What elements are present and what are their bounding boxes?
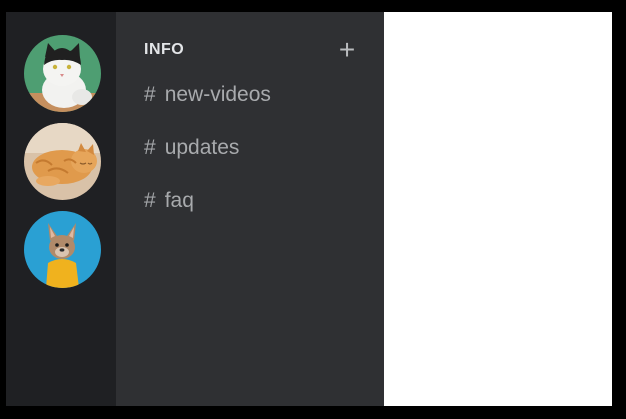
- orange-cat-avatar-icon: [24, 123, 101, 200]
- category-title[interactable]: INFO: [144, 41, 184, 59]
- hash-icon: #: [144, 83, 156, 106]
- hash-icon: #: [144, 136, 156, 159]
- french-bulldog-avatar-icon: [24, 211, 101, 288]
- channel-new-videos[interactable]: # new-videos: [144, 80, 271, 110]
- hash-icon: #: [144, 189, 156, 212]
- channel-sidebar: INFO + # new-videos # updates # faq: [116, 12, 384, 406]
- app-window: INFO + # new-videos # updates # faq: [6, 12, 612, 406]
- channel-updates[interactable]: # updates: [144, 133, 239, 163]
- channel-faq[interactable]: # faq: [144, 186, 194, 216]
- black-white-cat-avatar-icon: [24, 35, 101, 112]
- channel-name: updates: [164, 136, 240, 159]
- add-channel-button[interactable]: +: [334, 36, 360, 64]
- server-list: [6, 12, 116, 406]
- channel-name: faq: [164, 189, 194, 212]
- category-header: INFO +: [144, 36, 360, 64]
- server-icon-orange-cat[interactable]: [24, 123, 101, 200]
- channel-name: new-videos: [164, 83, 271, 106]
- main-content-area: [384, 12, 612, 406]
- server-icon-dog-blue[interactable]: [24, 211, 101, 288]
- server-icon-cat-green[interactable]: [24, 35, 101, 112]
